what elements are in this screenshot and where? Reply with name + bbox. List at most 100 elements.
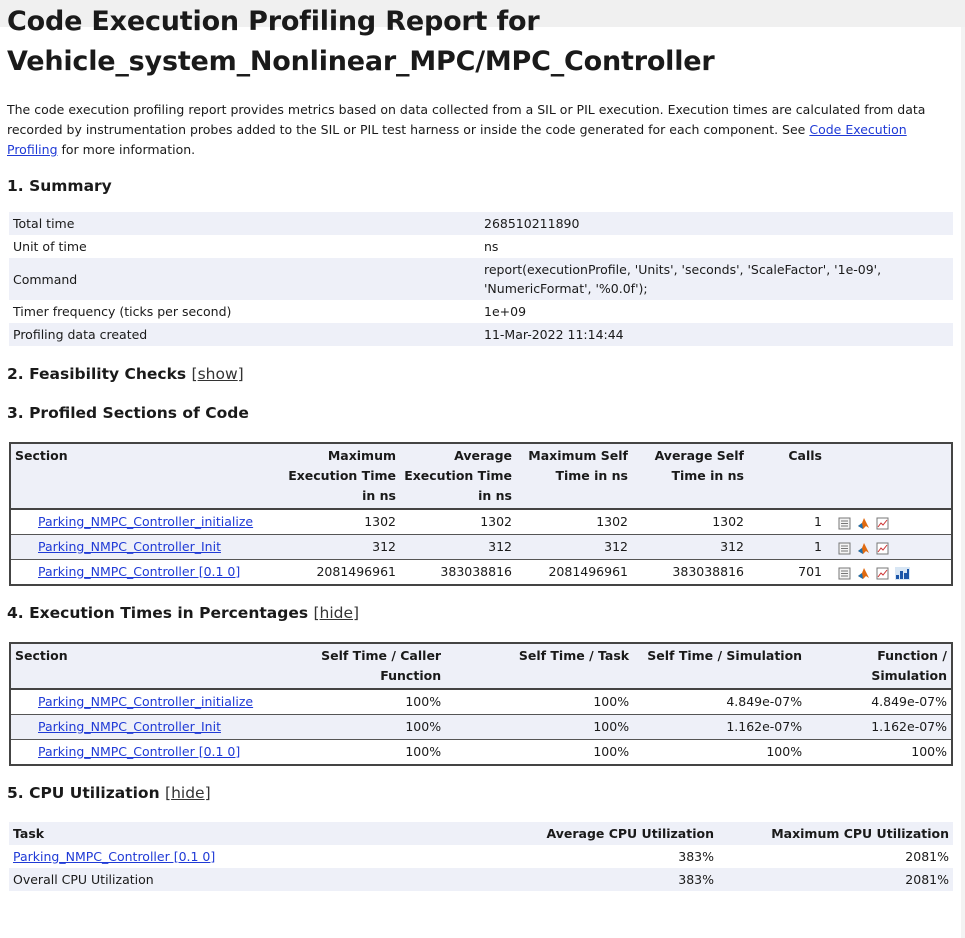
hide-link[interactable]: hide <box>171 784 205 802</box>
caller-cell: 100% <box>257 714 446 740</box>
summary-value: report(executionProfile, 'Units', 'secon… <box>480 258 953 300</box>
section-link[interactable]: Parking_NMPC_Controller_initialize <box>38 514 253 529</box>
section-link[interactable]: Parking_NMPC_Controller_Init <box>38 539 221 554</box>
summary-row: Unit of time ns <box>9 235 953 258</box>
col-avg-self: Average Self Time in ns <box>632 443 748 510</box>
col-section: Section <box>10 643 258 690</box>
feasibility-heading: 2. Feasibility Checks [show] <box>7 363 953 385</box>
plot-icon[interactable] <box>876 566 889 580</box>
max-self-cell: 312 <box>516 534 632 560</box>
summary-row: Timer frequency (ticks per second) 1e+09 <box>9 300 953 323</box>
cpu-heading: 5. CPU Utilization [hide] <box>7 782 953 804</box>
profiled-sections-table: Section Maximum Execution Time in ns Ave… <box>9 442 953 586</box>
avg-exec-cell: 383038816 <box>400 559 516 585</box>
matlab-icon[interactable] <box>857 541 870 554</box>
maximum-cpu-cell: 2081% <box>905 849 949 864</box>
percentages-hide-toggle[interactable]: [hide] <box>313 604 359 622</box>
scrollbar-track[interactable] <box>961 27 965 938</box>
intro-paragraph: The code execution profiling report prov… <box>7 100 953 160</box>
max-self-cell: 1302 <box>516 508 632 535</box>
col-task: Self Time / Task <box>445 643 634 690</box>
feasibility-show-toggle[interactable]: [show] <box>192 365 244 383</box>
matlab-icon[interactable] <box>857 516 870 529</box>
action-icons <box>826 534 952 560</box>
section-link[interactable]: Parking_NMPC_Controller_Init <box>38 719 221 734</box>
avg-self-cell: 383038816 <box>632 559 748 585</box>
table-row: Parking_NMPC_Controller [0.1 0] 383% 208… <box>9 845 953 868</box>
section-link[interactable]: Parking_NMPC_Controller [0.1 0] <box>38 744 240 759</box>
percentages-heading: 4. Execution Times in Percentages [hide] <box>7 602 953 624</box>
task-label: Overall CPU Utilization <box>9 868 480 891</box>
table-header-row: Section Self Time / Caller Function Self… <box>10 643 952 690</box>
caller-cell: 100% <box>257 688 446 715</box>
avg-self-cell: 312 <box>632 534 748 560</box>
function-simulation-cell: 100% <box>806 739 952 765</box>
avg-exec-cell: 1302 <box>400 508 516 535</box>
task-cell: 100% <box>445 688 634 715</box>
summary-value: ns <box>484 239 499 254</box>
intro-tail: for more information. <box>57 142 196 157</box>
report-icon[interactable] <box>838 516 851 530</box>
avg-self-cell: 1302 <box>632 508 748 535</box>
col-max-exec: Maximum Execution Time in ns <box>284 443 400 510</box>
page-title: Code Execution Profiling Report for Vehi… <box>7 6 715 77</box>
caller-cell: 100% <box>257 739 446 765</box>
calls-cell: 1 <box>748 508 826 535</box>
col-task: Task <box>9 822 480 845</box>
table-row: Parking_NMPC_Controller [0.1 0] 20814969… <box>10 559 952 585</box>
profiled-sections-heading: 3. Profiled Sections of Code <box>7 404 249 422</box>
histogram-icon[interactable] <box>894 566 910 580</box>
simulation-cell: 1.162e-07% <box>633 714 807 740</box>
table-row: Parking_NMPC_Controller_initialize 100% … <box>10 688 952 715</box>
percentages-heading-text: 4. Execution Times in Percentages <box>7 604 309 622</box>
function-simulation-cell: 4.849e-07% <box>806 688 952 715</box>
table-row: Parking_NMPC_Controller_Init 312 312 312… <box>10 534 952 560</box>
function-simulation-cell: 1.162e-07% <box>806 714 952 740</box>
max-exec-cell: 2081496961 <box>284 559 400 585</box>
plot-icon[interactable] <box>876 516 889 530</box>
summary-value: 268510211890 <box>480 212 953 235</box>
simulation-cell: 4.849e-07% <box>633 688 807 715</box>
col-average-cpu: Average CPU Utilization <box>480 822 718 845</box>
section-link[interactable]: Parking_NMPC_Controller_initialize <box>38 694 253 709</box>
action-icons <box>826 559 952 585</box>
table-row: Parking_NMPC_Controller [0.1 0] 100% 100… <box>10 739 952 765</box>
action-icons <box>826 508 952 535</box>
show-link[interactable]: show <box>198 365 238 383</box>
col-actions <box>826 443 952 510</box>
avg-exec-cell: 312 <box>400 534 516 560</box>
section-link[interactable]: Parking_NMPC_Controller [0.1 0] <box>38 564 240 579</box>
task-cell: 100% <box>445 739 634 765</box>
summary-label: Timer frequency (ticks per second) <box>13 304 232 319</box>
intro-text: The code execution profiling report prov… <box>7 102 926 137</box>
report-icon[interactable] <box>838 541 851 555</box>
col-section: Section <box>10 443 284 510</box>
summary-value: 11-Mar-2022 11:14:44 <box>480 323 953 346</box>
calls-cell: 701 <box>748 559 826 585</box>
maximum-cpu-cell: 2081% <box>718 868 953 891</box>
report-icon[interactable] <box>838 566 851 580</box>
col-calls: Calls <box>748 443 826 510</box>
plot-icon[interactable] <box>876 541 889 555</box>
col-simulation: Self Time / Simulation <box>633 643 807 690</box>
feasibility-heading-text: 2. Feasibility Checks <box>7 365 187 383</box>
summary-table: Total time 268510211890 Unit of time ns … <box>9 212 953 346</box>
cpu-hide-toggle[interactable]: [hide] <box>165 784 211 802</box>
table-header-row: Section Maximum Execution Time in ns Ave… <box>10 443 952 510</box>
table-row: Parking_NMPC_Controller_initialize 1302 … <box>10 508 952 535</box>
max-exec-cell: 312 <box>284 534 400 560</box>
cpu-heading-text: 5. CPU Utilization <box>7 784 160 802</box>
percentages-table: Section Self Time / Caller Function Self… <box>9 642 953 766</box>
cpu-utilization-table: Task Average CPU Utilization Maximum CPU… <box>9 822 953 891</box>
summary-heading: 1. Summary <box>7 177 112 195</box>
task-link[interactable]: Parking_NMPC_Controller [0.1 0] <box>13 849 215 864</box>
summary-label: Total time <box>9 212 480 235</box>
hide-link[interactable]: hide <box>320 604 354 622</box>
summary-label: Unit of time <box>13 239 87 254</box>
max-exec-cell: 1302 <box>284 508 400 535</box>
calls-cell: 1 <box>748 534 826 560</box>
col-max-self: Maximum Self Time in ns <box>516 443 632 510</box>
summary-row: Profiling data created 11-Mar-2022 11:14… <box>9 323 953 346</box>
matlab-icon[interactable] <box>857 566 870 579</box>
summary-row: Total time 268510211890 <box>9 212 953 235</box>
